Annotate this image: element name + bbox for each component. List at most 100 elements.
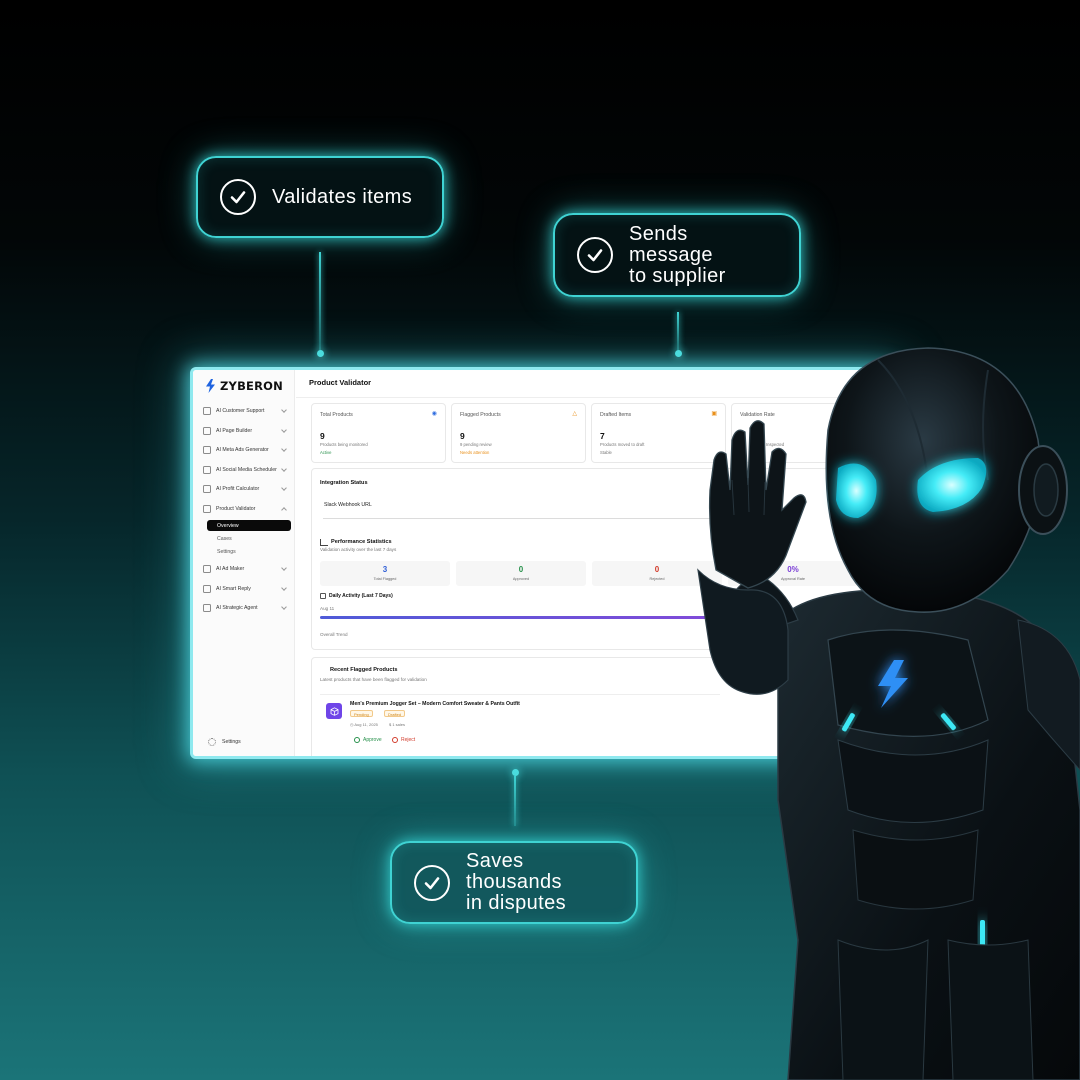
metric-approved: 0 Approved	[456, 561, 586, 586]
sidebar-item-label: AI Meta Ads Generator	[216, 447, 269, 453]
sidebar-item-label: AI Social Media Scheduler	[216, 467, 277, 473]
stat-value: 9	[320, 431, 325, 441]
stat-status: Stable	[600, 450, 612, 455]
performance-subtitle: Validation activity over the last 7 days	[320, 547, 397, 552]
chevron-down-icon	[281, 446, 287, 452]
product-date: ◷ Aug 11, 2025	[350, 722, 378, 727]
connector-dot	[317, 350, 324, 357]
stat-title: Total Products	[320, 412, 353, 418]
stat-status: Active	[320, 450, 332, 455]
checkmark-icon	[414, 864, 450, 901]
reject-label: Reject	[401, 737, 416, 743]
callout-text: Saves thousands in disputes	[466, 851, 614, 914]
daily-activity-date: Aug 11	[320, 606, 335, 611]
agent-icon	[203, 604, 211, 612]
metric-value: 3	[382, 565, 388, 574]
sidebar-item-product-validator[interactable]: Product Validator	[203, 502, 289, 516]
callout-validates-items: Validates items	[196, 156, 444, 238]
checkmark-icon	[220, 179, 256, 215]
sidebar-item-ai-profit-calculator[interactable]: AI Profit Calculator	[203, 482, 289, 496]
recent-flagged-subtitle: Latest products that have been flagged f…	[320, 677, 427, 682]
sidebar-subitem-overview[interactable]: Overview	[207, 520, 291, 531]
callout-sends-message: Sends message to supplier	[553, 213, 801, 297]
metric-total-flagged: 3 Total Flagged	[320, 561, 450, 586]
callout-text: Validates items	[272, 185, 413, 208]
sidebar-item-ai-meta-ads-generator[interactable]: AI Meta Ads Generator	[203, 443, 289, 457]
webhook-label: Slack Webhook URL	[324, 502, 372, 508]
sales-text: 1 sales	[392, 722, 406, 727]
connector-line	[677, 312, 679, 350]
sidebar: ZYBERON AI Customer Support AI Page Buil…	[193, 370, 295, 756]
webhook-url-input[interactable]	[323, 518, 740, 519]
headset-icon	[203, 407, 211, 415]
performance-title: Performance Statistics	[331, 539, 392, 545]
approve-button[interactable]: Approve	[354, 737, 382, 743]
sidebar-settings-link[interactable]: Settings	[208, 738, 241, 746]
callout-line: Validates items	[272, 185, 413, 208]
sidebar-item-ai-ad-maker[interactable]: AI Ad Maker	[203, 562, 289, 576]
sidebar-item-label: AI Strategic Agent	[216, 605, 258, 611]
package-icon	[326, 703, 342, 719]
chevron-down-icon	[281, 604, 287, 610]
product-name: Men's Premium Jogger Set – Modern Comfor…	[350, 701, 520, 707]
sidebar-item-label: AI Ad Maker	[216, 566, 245, 572]
settings-label: Settings	[222, 739, 241, 745]
stat-title: Drafted Items	[600, 412, 632, 418]
approve-label: Approve	[363, 737, 382, 743]
recent-flagged-title: Recent Flagged Products	[330, 667, 398, 673]
callout-line: to supplier	[629, 264, 726, 287]
daily-activity-title: Daily Activity (Last 7 Days)	[329, 593, 393, 599]
stat-description: Products being monitored	[320, 442, 368, 447]
chevron-down-icon	[281, 466, 287, 472]
gear-icon	[208, 738, 216, 746]
sidebar-item-label: AI Page Builder	[216, 428, 253, 434]
check-circle-icon	[354, 737, 360, 743]
stat-description: Products moved to draft	[600, 442, 645, 447]
chevron-down-icon	[281, 485, 287, 491]
sidebar-subitem-settings[interactable]: Settings	[207, 546, 291, 557]
connector-line	[514, 776, 516, 826]
overall-trend-label: Overall Trend	[320, 632, 348, 637]
metric-label: Approved	[512, 577, 530, 581]
stat-title: Flagged Products	[460, 412, 501, 418]
reject-button[interactable]: Reject	[392, 737, 415, 743]
calculator-icon	[203, 485, 211, 493]
flagged-product-row[interactable]: Men's Premium Jogger Set – Modern Comfor…	[320, 694, 720, 752]
integration-title: Integration Status	[320, 480, 368, 486]
lightning-logo-icon	[206, 379, 215, 393]
sidebar-item-ai-social-media-scheduler[interactable]: AI Social Media Scheduler	[203, 463, 289, 477]
bar-chart-icon	[320, 539, 328, 546]
stat-value: 9	[460, 431, 465, 441]
callout-text: Sends message to supplier	[629, 222, 777, 287]
connector-dot	[512, 769, 519, 776]
calendar-icon	[320, 593, 326, 599]
date-text: Aug 11, 2025	[354, 722, 378, 727]
sidebar-item-ai-page-builder[interactable]: AI Page Builder	[203, 424, 289, 438]
product-sales: $ 1 sales	[389, 722, 405, 727]
stat-card-total-products: Total Products ◉ 9 Products being monito…	[311, 403, 446, 463]
callout-line: Saves thousands	[466, 850, 562, 893]
robot-mascot-image	[697, 347, 1080, 1080]
ad-icon	[203, 565, 211, 573]
sidebar-subitem-cases[interactable]: Cases	[207, 533, 291, 544]
brand-logo[interactable]: ZYBERON	[205, 379, 283, 393]
sidebar-item-label: AI Customer Support	[216, 408, 265, 414]
ads-icon	[203, 446, 211, 454]
sidebar-item-ai-customer-support[interactable]: AI Customer Support	[203, 404, 289, 418]
callout-saves-thousands: Saves thousands in disputes	[390, 841, 638, 924]
pending-badge: Pending	[350, 710, 373, 717]
sidebar-item-ai-strategic-agent[interactable]: AI Strategic Agent	[203, 601, 289, 615]
chat-icon	[203, 585, 211, 593]
metric-label: Total Flagged	[373, 577, 397, 581]
brand-name: ZYBERON	[220, 379, 283, 393]
x-circle-icon	[392, 737, 398, 743]
chevron-down-icon	[281, 427, 287, 433]
sidebar-item-ai-smart-reply[interactable]: AI Smart Reply	[203, 582, 289, 596]
eye-icon: ◉	[431, 411, 437, 417]
connector-line	[319, 252, 321, 350]
stat-value: 7	[600, 431, 605, 441]
page-title: Product Validator	[309, 378, 372, 387]
callout-line: Sends message	[629, 222, 713, 266]
chevron-down-icon	[281, 585, 287, 591]
callout-line: in disputes	[466, 892, 567, 914]
